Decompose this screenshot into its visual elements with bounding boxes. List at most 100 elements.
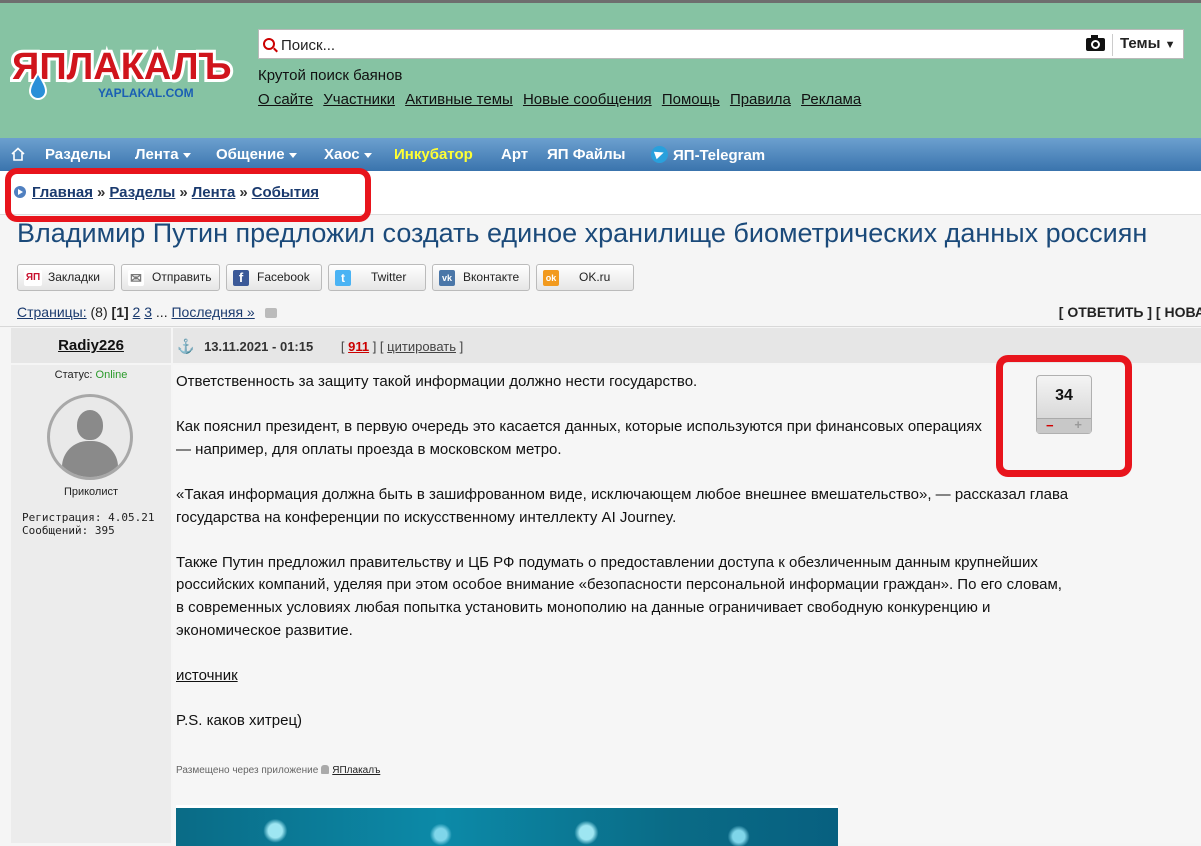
link-about[interactable]: О сайте bbox=[258, 91, 313, 108]
post-rating-link[interactable]: 911 bbox=[348, 339, 369, 354]
message-count: Сообщений: 395 bbox=[22, 524, 115, 537]
send-button[interactable]: ✉ Отправить bbox=[121, 264, 220, 291]
nav-social[interactable]: Общение bbox=[216, 146, 297, 163]
yap-bookmark-icon: ЯП bbox=[24, 270, 42, 286]
divider bbox=[0, 326, 1201, 327]
chevron-down-icon: ▼ bbox=[1164, 39, 1176, 51]
themes-dropdown[interactable]: Темы ▼ bbox=[1120, 35, 1176, 52]
pagination: Страницы: (8) [1] 2 3 ... Последняя » bbox=[17, 304, 277, 320]
reply-button[interactable]: [ ОТВЕТИТЬ ] bbox=[1059, 304, 1152, 320]
nav-yap-files[interactable]: ЯП Файлы bbox=[547, 146, 625, 163]
ps-paragraph: P.S. каков хитрец) bbox=[176, 711, 303, 729]
page-3-link[interactable]: 3 bbox=[144, 304, 152, 320]
okru-label: OK.ru bbox=[579, 270, 611, 284]
search-divider bbox=[1112, 34, 1113, 56]
post-image[interactable] bbox=[176, 805, 838, 846]
home-icon[interactable] bbox=[11, 147, 25, 161]
last-page-link[interactable]: Последняя » bbox=[171, 304, 254, 320]
search-icon bbox=[263, 38, 275, 50]
post-meta: ⚓ 13.11.2021 - 01:15 [ 911 ] [ цитироват… bbox=[177, 338, 463, 355]
send-label: Отправить bbox=[152, 270, 212, 284]
topic-actions: [ ОТВЕТИТЬ ] [ НОВА bbox=[1059, 304, 1201, 320]
page-2-link[interactable]: 2 bbox=[133, 304, 141, 320]
nav-art[interactable]: Арт bbox=[501, 146, 528, 163]
post-paragraph: Как пояснил президент, в первую очередь … bbox=[176, 418, 982, 458]
new-topic-button[interactable]: [ НОВА bbox=[1156, 304, 1201, 320]
site-slogan: Крутой поиск баянов bbox=[258, 67, 403, 84]
post-paragraph: Ответственность за защиту такой информац… bbox=[176, 373, 698, 390]
chevron-down-icon bbox=[288, 152, 297, 158]
ok-icon: ok bbox=[543, 270, 559, 286]
source-paragraph: источник bbox=[176, 665, 1106, 688]
twitter-label: Twitter bbox=[371, 270, 407, 284]
author-info: Регистрация: 4.05.21 Сообщений: 395 bbox=[22, 511, 154, 537]
source-link[interactable]: источник bbox=[176, 667, 238, 684]
anchor-icon[interactable]: ⚓ bbox=[177, 338, 194, 354]
topic-title: Владимир Путин предложил создать единое … bbox=[17, 218, 1148, 248]
camera-icon[interactable] bbox=[1086, 35, 1105, 51]
okru-button[interactable]: ok OK.ru bbox=[536, 264, 634, 291]
nav-telegram[interactable]: ЯП-Telegram bbox=[651, 146, 765, 164]
nav-telegram-label: ЯП-Telegram bbox=[673, 147, 766, 164]
link-help[interactable]: Помощь bbox=[662, 91, 720, 108]
link-new-messages[interactable]: Новые сообщения bbox=[523, 91, 652, 108]
top-links: О сайте Участники Активные темы Новые со… bbox=[258, 91, 867, 108]
post-paragraph: Также Путин предложил правительству и ЦБ… bbox=[176, 553, 1062, 639]
pages-count: (8) bbox=[90, 304, 108, 320]
logo-text: ЯПЛАКАЛЪ bbox=[12, 46, 232, 88]
vk-icon: vk bbox=[439, 270, 455, 286]
twitter-button[interactable]: t Twitter bbox=[328, 264, 426, 291]
vkontakte-button[interactable]: vk Вконтакте bbox=[432, 264, 530, 291]
facebook-button[interactable]: f Facebook bbox=[226, 264, 322, 291]
author-rank: Приколист bbox=[63, 486, 119, 498]
link-members[interactable]: Участники bbox=[323, 91, 395, 108]
search-input[interactable] bbox=[281, 34, 1071, 56]
pages-label[interactable]: Страницы: bbox=[17, 304, 87, 320]
subscribe-icon[interactable] bbox=[264, 308, 277, 318]
bracket: ] bbox=[459, 339, 464, 354]
breadcrumb-highlight-box bbox=[5, 168, 371, 222]
logo-subtext: YAPLAKAL.COM bbox=[98, 86, 194, 100]
bookmarks-button[interactable]: ЯП Закладки bbox=[17, 264, 115, 291]
nav-social-label: Общение bbox=[216, 146, 285, 163]
registration-date: Регистрация: 4.05.21 bbox=[22, 511, 155, 524]
avatar-body bbox=[62, 441, 118, 477]
android-icon bbox=[321, 765, 330, 774]
post-date: 13.11.2021 - 01:15 bbox=[204, 339, 314, 354]
avatar[interactable] bbox=[47, 394, 133, 480]
status-value: Online bbox=[95, 369, 128, 381]
bookmarks-label: Закладки bbox=[48, 270, 100, 284]
nav-feed[interactable]: Лента bbox=[135, 146, 191, 163]
nav-chaos[interactable]: Хаос bbox=[324, 146, 372, 163]
pages-ellipsis: ... bbox=[155, 304, 168, 320]
themes-label: Темы bbox=[1120, 35, 1161, 52]
facebook-label: Facebook bbox=[257, 270, 310, 284]
link-rules[interactable]: Правила bbox=[730, 91, 791, 108]
chevron-down-icon bbox=[363, 152, 372, 158]
author-status: Статус: Online bbox=[11, 369, 171, 381]
nav-incubator[interactable]: Инкубатор bbox=[394, 146, 473, 163]
vote-highlight-box bbox=[996, 355, 1132, 477]
link-active-topics[interactable]: Активные темы bbox=[405, 91, 513, 108]
posted-via: Размещено через приложение ЯПлакалъ bbox=[176, 765, 380, 776]
author-link[interactable]: Radiy226 bbox=[58, 337, 124, 354]
app-link[interactable]: ЯПлакалъ bbox=[332, 765, 380, 776]
site-logo[interactable]: ЯПЛАКАЛЪ ЯПЛАКАЛЪ YAPLAKAL.COM bbox=[10, 41, 240, 103]
search-box: Темы ▼ bbox=[258, 29, 1184, 59]
nav-chaos-label: Хаос bbox=[324, 146, 360, 163]
main-navbar: Разделы Лента Общение Хаос Инкубатор Арт… bbox=[0, 138, 1201, 171]
site-header: ЯПЛАКАЛЪ ЯПЛАКАЛЪ YAPLAKAL.COM Темы ▼ Кр… bbox=[0, 3, 1201, 138]
twitter-icon: t bbox=[335, 270, 351, 286]
bracket: ] [ bbox=[372, 339, 384, 354]
avatar-head bbox=[77, 410, 103, 440]
bracket: [ bbox=[340, 339, 345, 354]
current-page: [1] bbox=[111, 304, 129, 320]
mail-icon: ✉ bbox=[128, 270, 144, 286]
nav-sections[interactable]: Разделы bbox=[45, 146, 111, 163]
link-ads[interactable]: Реклама bbox=[801, 91, 861, 108]
via-label: Размещено через приложение bbox=[176, 765, 319, 776]
chevron-down-icon bbox=[182, 152, 191, 158]
author-name: Radiy226 bbox=[11, 337, 171, 354]
quote-link[interactable]: цитировать bbox=[387, 339, 456, 354]
post-paragraph: «Такая информация должна быть в зашифров… bbox=[176, 485, 1069, 526]
